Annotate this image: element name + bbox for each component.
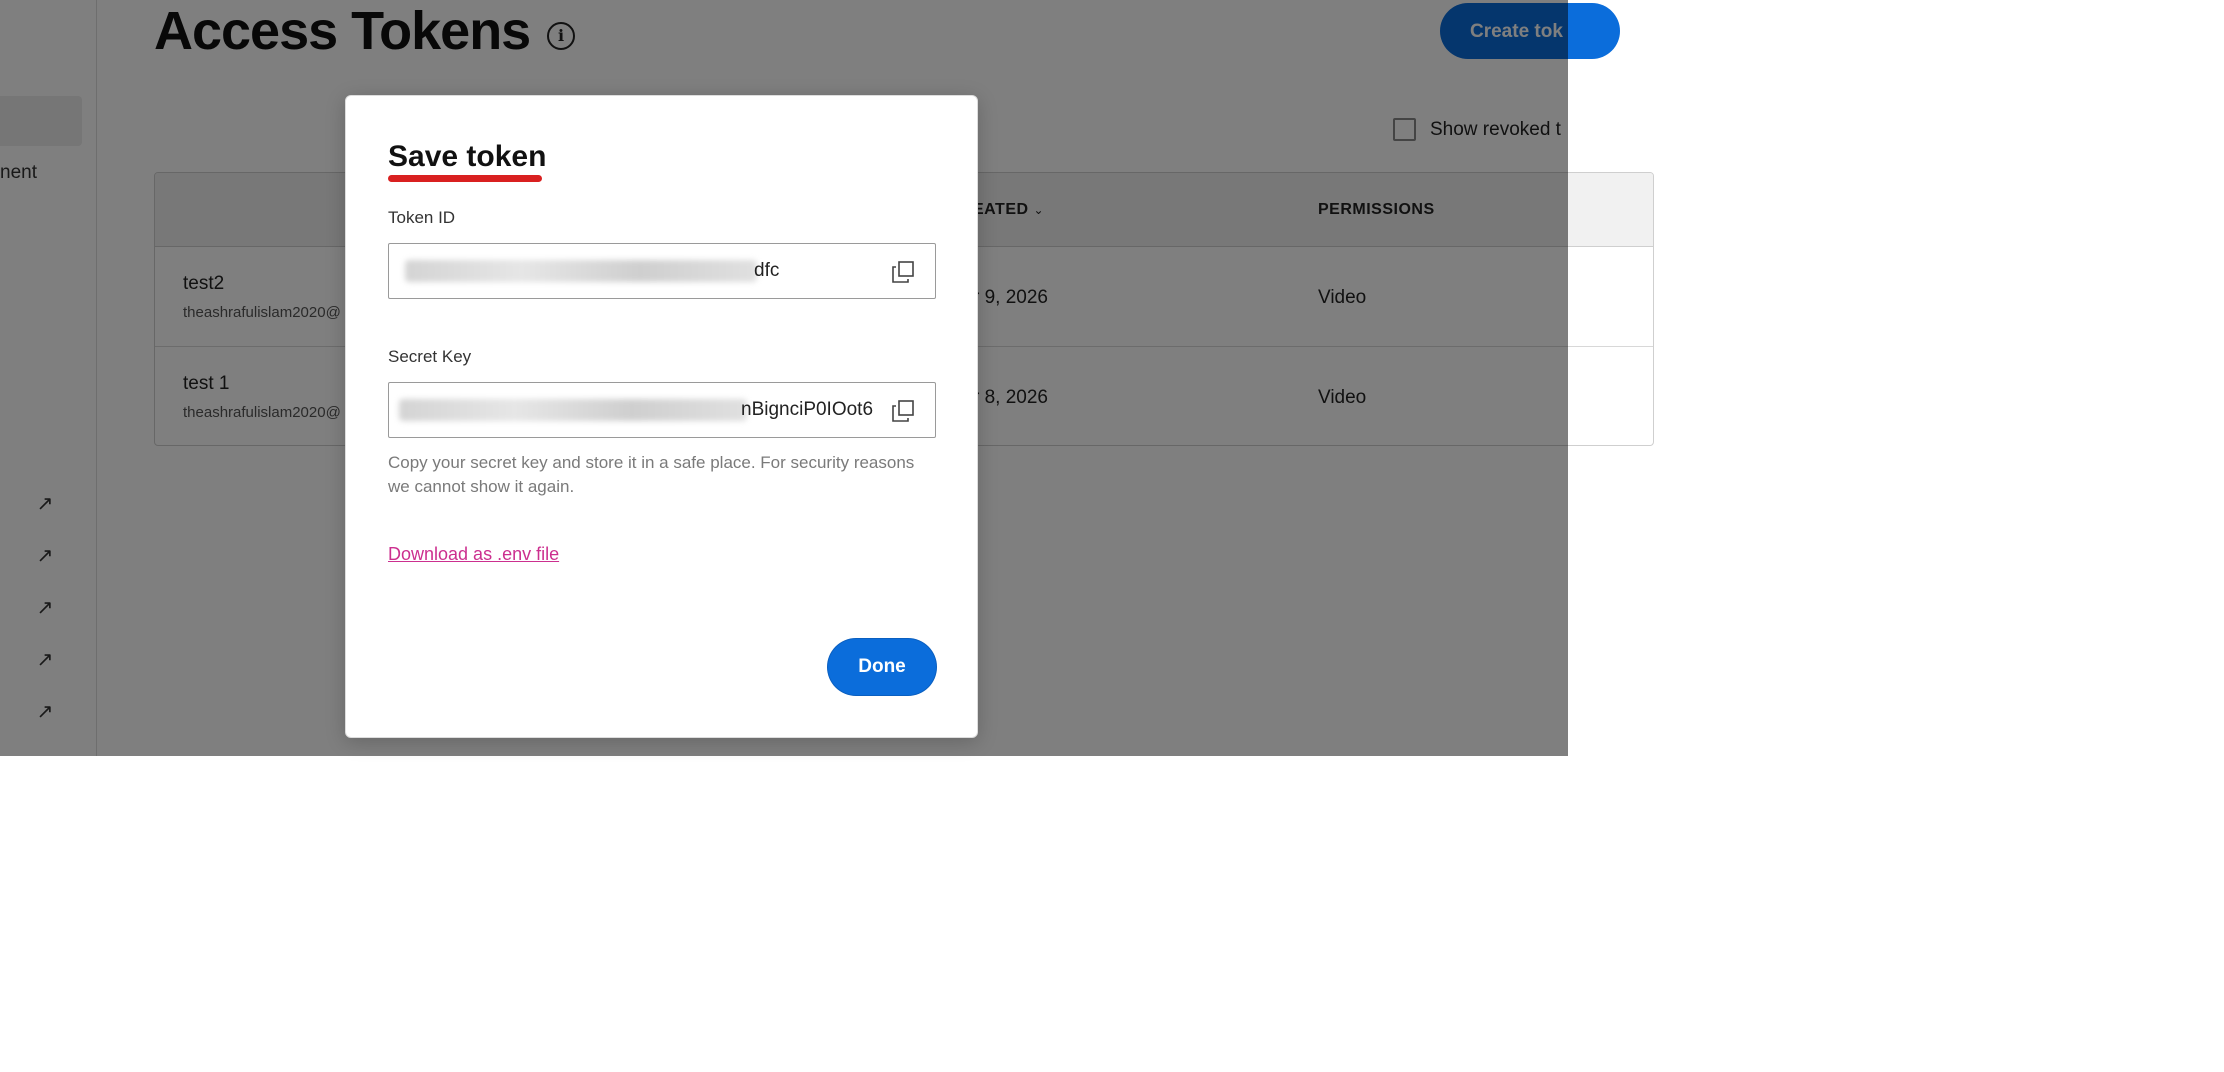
secret-key-help-text: Copy your secret key and store it in a s… [388, 453, 915, 496]
redacted-value [399, 399, 747, 421]
secret-key-label: Secret Key [388, 347, 472, 366]
save-token-dialog: Save token Token ID dfc Secret Key nBign… [345, 95, 978, 738]
token-id-value: dfc [754, 260, 780, 281]
done-button[interactable]: Done [828, 639, 936, 695]
secret-key-field[interactable]: nBignciP0IOot6 [388, 382, 936, 438]
secret-key-value: nBignciP0IOot6 [741, 399, 874, 420]
copy-icon[interactable] [891, 260, 915, 284]
redacted-value [405, 260, 757, 282]
copy-icon[interactable] [891, 399, 915, 423]
token-id-label: Token ID [388, 208, 456, 227]
download-env-link[interactable]: Download as .env file [388, 544, 559, 565]
token-id-field[interactable]: dfc [388, 243, 936, 299]
dialog-title: Save token [388, 140, 547, 173]
title-underline [388, 175, 542, 182]
